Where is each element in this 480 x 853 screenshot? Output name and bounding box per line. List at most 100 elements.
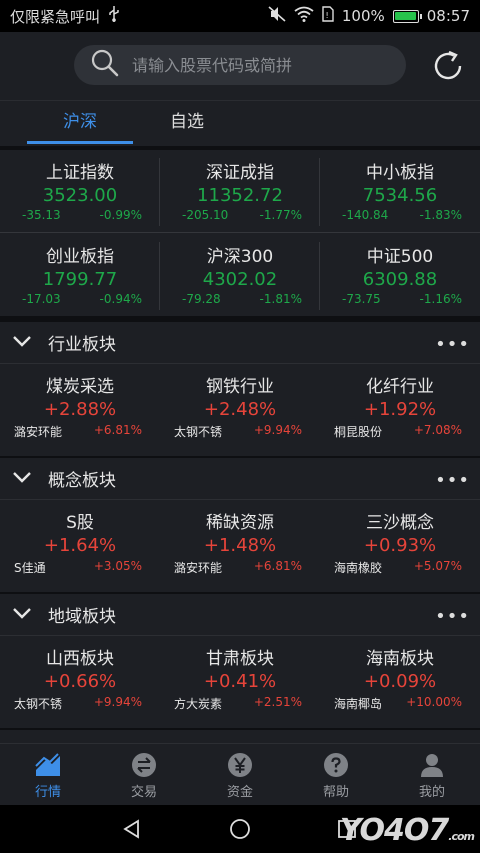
lead-stock-percent: +6.81%	[253, 559, 302, 573]
index-change: -140.84	[342, 208, 389, 222]
index-grid: 上证指数 3523.00 -35.13 -0.99% 深证成指 11352.72 …	[0, 150, 480, 316]
bottom-nav: 行情 交易 资金 帮助 我的	[0, 743, 480, 805]
chevron-down-icon[interactable]	[12, 605, 32, 624]
battery-level	[394, 11, 416, 20]
tab-shanghai-shenzhen[interactable]: 沪深	[27, 101, 133, 147]
sector-card[interactable]: 甘肃板块 +0.41% 方大炭素 +2.51%	[160, 636, 320, 728]
svg-text:!: !	[325, 11, 328, 20]
lead-stock-name: 方大炭素	[174, 697, 223, 711]
sector-name: 稀缺资源	[206, 513, 274, 533]
section-header[interactable]: 行业板块 •••	[0, 322, 480, 364]
lead-stock-name: S佳通	[14, 561, 46, 575]
index-card[interactable]: 深证成指 11352.72 -205.10 -1.77%	[160, 150, 320, 230]
section-industry: 行业板块 ••• 煤炭采选 +2.88% 潞安环能 +6.81% 钢铁行业 +2.…	[0, 322, 480, 456]
chevron-down-icon[interactable]	[12, 333, 32, 352]
sector-card[interactable]: 海南板块 +0.09% 海南椰岛 +10.00%	[320, 636, 480, 728]
more-icon[interactable]: •••	[435, 606, 470, 627]
clock: 08:57	[426, 7, 470, 25]
nav-label: 交易	[130, 785, 157, 800]
section-title: 概念板块	[48, 471, 116, 491]
index-card[interactable]: 创业板指 1799.77 -17.03 -0.94%	[0, 234, 160, 314]
refresh-icon[interactable]	[430, 48, 466, 84]
yuan-icon	[192, 752, 288, 778]
nav-market[interactable]: 行情	[0, 744, 96, 806]
nav-funds[interactable]: 资金	[192, 744, 288, 806]
grid-divider	[319, 158, 320, 226]
nav-trade[interactable]: 交易	[96, 744, 192, 806]
sector-percent: +1.64%	[43, 535, 117, 556]
index-percent: -1.16%	[419, 292, 462, 306]
search-input[interactable]	[132, 55, 382, 75]
nav-label: 行情	[34, 785, 61, 800]
battery-icon	[392, 9, 422, 23]
section-title: 行业板块	[48, 335, 116, 355]
lead-stock-percent: +6.81%	[93, 423, 142, 437]
watermark-logo: YO4O7.com	[339, 813, 475, 848]
system-nav-bar: YO4O7.com	[0, 805, 480, 853]
sector-row: 山西板块 +0.66% 太钢不锈 +9.94% 甘肃板块 +0.41% 方大炭素 +…	[0, 636, 480, 728]
section-header[interactable]: 概念板块 •••	[0, 458, 480, 500]
sector-card[interactable]: S股 +1.64% S佳通 +3.05%	[0, 500, 160, 592]
index-percent: -1.83%	[419, 208, 462, 222]
sector-card[interactable]: 化纤行业 +1.92% 桐昆股份 +7.08%	[320, 364, 480, 456]
watermark-suffix: .com	[448, 830, 475, 843]
chart-icon	[0, 752, 96, 778]
help-icon	[288, 752, 384, 778]
grid-divider	[159, 158, 160, 226]
sector-percent: +0.66%	[43, 671, 117, 692]
index-card[interactable]: 中小板指 7534.56 -140.84 -1.83%	[320, 150, 480, 230]
sector-percent: +0.09%	[363, 671, 437, 692]
lead-stock-percent: +2.51%	[253, 695, 302, 709]
index-card[interactable]: 沪深300 4302.02 -79.28 -1.81%	[160, 234, 320, 314]
lead-stock-name: 太钢不锈	[14, 697, 63, 711]
back-icon[interactable]	[122, 819, 142, 843]
lead-stock-percent: +9.94%	[93, 695, 142, 709]
more-icon[interactable]: •••	[435, 470, 470, 491]
lead-stock-percent: +3.05%	[93, 559, 142, 573]
nav-label: 帮助	[322, 785, 349, 800]
sector-card[interactable]: 煤炭采选 +2.88% 潞安环能 +6.81%	[0, 364, 160, 456]
index-card[interactable]: 中证500 6309.88 -73.75 -1.16%	[320, 234, 480, 314]
index-value: 7534.56	[362, 185, 438, 206]
nav-help[interactable]: 帮助	[288, 744, 384, 806]
index-value: 4302.02	[202, 269, 278, 290]
lead-stock-percent: +9.94%	[253, 423, 302, 437]
sector-percent: +1.48%	[203, 535, 277, 556]
sector-card[interactable]: 钢铁行业 +2.48% 太钢不锈 +9.94%	[160, 364, 320, 456]
section-concept: 概念板块 ••• S股 +1.64% S佳通 +3.05% 稀缺资源 +1.48%…	[0, 458, 480, 592]
sector-row: 煤炭采选 +2.88% 潞安环能 +6.81% 钢铁行业 +2.48% 太钢不锈 +…	[0, 364, 480, 456]
section-header[interactable]: 地域板块 •••	[0, 594, 480, 636]
sector-name: 海南板块	[366, 649, 434, 669]
nav-profile[interactable]: 我的	[384, 744, 480, 806]
index-value: 6309.88	[362, 269, 438, 290]
index-name: 创业板指	[46, 247, 114, 267]
index-percent: -1.77%	[259, 208, 302, 222]
app-header	[0, 32, 480, 100]
index-card[interactable]: 上证指数 3523.00 -35.13 -0.99%	[0, 150, 160, 230]
index-percent: -0.99%	[99, 208, 142, 222]
index-change: -205.10	[182, 208, 229, 222]
search-bar[interactable]	[74, 45, 406, 85]
carrier-text: 仅限紧急呼叫	[10, 7, 101, 26]
lead-stock-name: 桐昆股份	[334, 425, 383, 439]
more-icon[interactable]: •••	[435, 334, 470, 355]
sector-card[interactable]: 三沙概念 +0.93% 海南橡胶 +5.07%	[320, 500, 480, 592]
status-bar: 仅限紧急呼叫 ! 100% 08:57	[0, 0, 480, 32]
sector-name: 煤炭采选	[46, 377, 114, 397]
usb-icon	[108, 6, 120, 26]
sector-percent: +2.88%	[43, 399, 117, 420]
lead-stock-percent: +7.08%	[413, 423, 462, 437]
section-next-partial	[0, 730, 480, 743]
sim-icon: !	[322, 6, 334, 26]
grid-divider	[159, 242, 160, 310]
sector-name: S股	[66, 513, 94, 533]
lead-stock-name: 太钢不锈	[174, 425, 223, 439]
sector-card[interactable]: 稀缺资源 +1.48% 潞安环能 +6.81%	[160, 500, 320, 592]
index-change: -73.75	[342, 292, 381, 306]
tab-watchlist[interactable]: 自选	[134, 101, 240, 147]
chevron-down-icon[interactable]	[12, 469, 32, 488]
index-change: -17.03	[22, 292, 61, 306]
sector-card[interactable]: 山西板块 +0.66% 太钢不锈 +9.94%	[0, 636, 160, 728]
home-icon[interactable]	[229, 818, 251, 844]
watermark-main: YO4O7	[339, 813, 449, 848]
